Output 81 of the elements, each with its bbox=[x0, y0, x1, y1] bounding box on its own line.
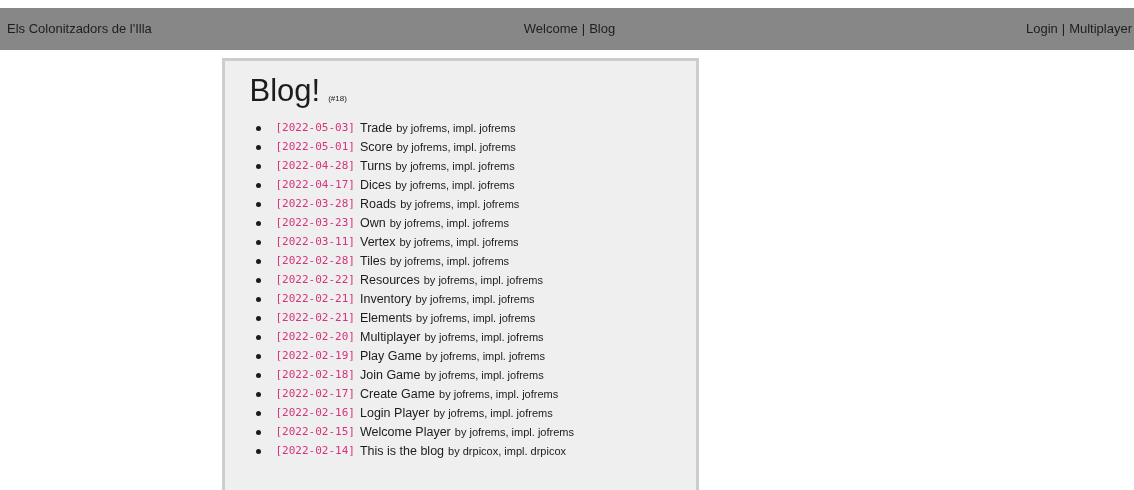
post-title[interactable]: Turns bbox=[360, 157, 392, 176]
post-byline: by jofrems, impl. jofrems bbox=[433, 406, 553, 422]
post-count: (#18) bbox=[328, 93, 347, 105]
post-title[interactable]: Dices bbox=[360, 176, 392, 195]
post-byline: by jofrems, impl. jofrems bbox=[395, 178, 515, 194]
post-title[interactable]: Login Player bbox=[360, 404, 430, 423]
bullet-icon bbox=[255, 145, 261, 150]
post-date: [2022-02-14] bbox=[275, 443, 355, 460]
post-date: [2022-02-28] bbox=[275, 253, 355, 270]
bullet-icon bbox=[255, 221, 261, 226]
separator: | bbox=[1061, 20, 1066, 39]
post-date: [2022-02-21] bbox=[275, 310, 355, 327]
post-title[interactable]: This is the blog bbox=[360, 442, 445, 461]
post-byline: by jofrems, impl. jofrems bbox=[424, 368, 544, 384]
post-title[interactable]: Score bbox=[360, 138, 393, 157]
post-byline: by jofrems, impl. jofrems bbox=[424, 330, 544, 346]
post-date: [2022-02-18] bbox=[275, 367, 355, 384]
bullet-icon bbox=[255, 392, 261, 397]
post-byline: by jofrems, impl. jofrems bbox=[396, 140, 516, 156]
post-date: [2022-02-21] bbox=[275, 291, 355, 308]
post-title[interactable]: Join Game bbox=[360, 366, 421, 385]
post-date: [2022-04-17] bbox=[275, 177, 355, 194]
separator: | bbox=[581, 20, 586, 39]
post-byline: by drpicox, impl. drpicox bbox=[448, 444, 567, 460]
bullet-icon bbox=[255, 430, 261, 435]
post-title[interactable]: Roads bbox=[360, 195, 397, 214]
post-title[interactable]: Vertex bbox=[360, 233, 396, 252]
post-date: [2022-03-23] bbox=[275, 215, 355, 232]
post-byline: by jofrems, impl. jofrems bbox=[454, 425, 574, 441]
post-title[interactable]: Trade bbox=[360, 119, 393, 138]
bullet-icon bbox=[255, 278, 261, 283]
post-title[interactable]: Create Game bbox=[360, 385, 435, 404]
bullet-icon bbox=[255, 354, 261, 359]
post-date: [2022-03-11] bbox=[275, 234, 355, 251]
bullet-icon bbox=[255, 183, 261, 188]
nav-link[interactable]: Multiplayer bbox=[1069, 19, 1132, 39]
page-title: Blog! bbox=[249, 73, 321, 109]
post-title[interactable]: Resources bbox=[360, 271, 420, 290]
nav-link[interactable]: Login bbox=[1025, 19, 1058, 39]
post-byline: by jofrems, impl. jofrems bbox=[389, 254, 510, 270]
post-title[interactable]: Elements bbox=[360, 309, 413, 328]
bullet-icon bbox=[255, 411, 261, 416]
post-byline: by jofrems, impl. jofrems bbox=[423, 273, 543, 289]
post-title[interactable]: Own bbox=[360, 214, 386, 233]
post-title[interactable]: Tiles bbox=[360, 252, 386, 271]
bullet-icon bbox=[255, 316, 261, 321]
post-byline: by jofrems, impl. jofrems bbox=[425, 349, 546, 365]
post-date: [2022-02-16] bbox=[275, 405, 355, 422]
post-byline: by jofrems, impl. jofrems bbox=[400, 197, 520, 213]
bullet-icon bbox=[255, 126, 261, 131]
post-title[interactable]: Multiplayer bbox=[360, 328, 421, 347]
post-date: [2022-05-01] bbox=[275, 139, 355, 156]
bullet-icon bbox=[255, 259, 261, 264]
post-date: [2022-02-19] bbox=[275, 348, 355, 365]
site-title[interactable]: Els Colonitzadors de l'Illa bbox=[7, 19, 307, 39]
post-byline: by jofrems, impl. jofrems bbox=[396, 121, 516, 137]
post-date: [2022-04-28] bbox=[275, 158, 355, 175]
post-date: [2022-02-17] bbox=[275, 386, 355, 403]
bullet-icon bbox=[255, 202, 261, 207]
bullet-icon bbox=[255, 297, 261, 302]
post-byline: by jofrems, impl. jofrems bbox=[439, 387, 559, 403]
bullet-icon bbox=[255, 164, 261, 169]
post-byline: by jofrems, impl. jofrems bbox=[395, 159, 515, 175]
bullet-icon bbox=[255, 240, 261, 245]
nav-link[interactable]: Blog bbox=[589, 19, 616, 39]
post-title[interactable]: Play Game bbox=[360, 347, 422, 366]
bullet-icon bbox=[255, 373, 261, 378]
post-date: [2022-02-20] bbox=[275, 329, 355, 346]
post-byline: by jofrems, impl. jofrems bbox=[415, 292, 535, 308]
post-title[interactable]: Welcome Player bbox=[360, 423, 451, 442]
post-date: [2022-05-03] bbox=[275, 120, 355, 137]
post-title[interactable]: Inventory bbox=[360, 290, 412, 309]
post-byline: by jofrems, impl. jofrems bbox=[389, 216, 509, 232]
post-date: [2022-02-22] bbox=[275, 272, 355, 289]
post-date: [2022-03-28] bbox=[275, 196, 355, 213]
post-byline: by jofrems, impl. jofrems bbox=[416, 311, 536, 327]
post-byline: by jofrems, impl. jofrems bbox=[399, 235, 519, 251]
nav-link[interactable]: Welcome bbox=[523, 19, 578, 39]
bullet-icon bbox=[255, 335, 261, 340]
post-date: [2022-02-15] bbox=[275, 424, 355, 441]
bullet-icon bbox=[255, 449, 261, 454]
